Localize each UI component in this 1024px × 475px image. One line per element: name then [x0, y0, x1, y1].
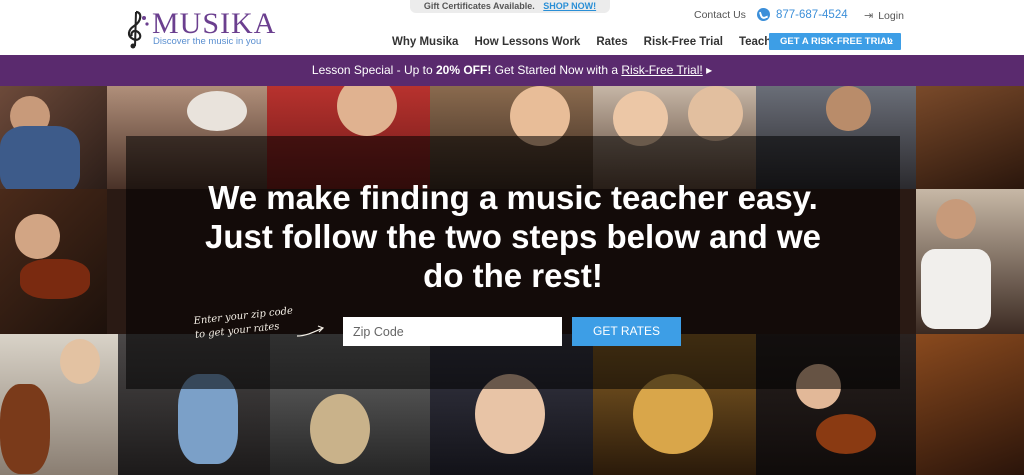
promo-text-mid: Get Started Now with a — [491, 63, 622, 77]
risk-free-trial-button[interactable]: GET A RISK-FREE TRIAL » — [769, 33, 901, 50]
nav-why-musika[interactable]: Why Musika — [392, 36, 458, 48]
contact-us-link[interactable]: Contact Us — [694, 9, 746, 21]
phone-icon — [757, 8, 770, 21]
promo-arrow-icon: ▸ — [706, 63, 713, 77]
headline-line-3: do the rest! — [423, 257, 603, 294]
photo-piano-boy — [916, 189, 1024, 334]
musika-logo[interactable]: MUSIKA Discover the music in you — [122, 8, 282, 50]
promo-bar: Lesson Special - Up to 20% OFF! Get Star… — [0, 55, 1024, 86]
promo-trial-link[interactable]: Risk-Free Trial! — [621, 63, 702, 77]
photo-violin-girl — [0, 189, 107, 334]
headline-line-2: Just follow the two steps below and we — [204, 218, 822, 255]
nav-how-lessons-work[interactable]: How Lessons Work — [474, 36, 580, 48]
login-label: Login — [878, 9, 904, 22]
shop-now-link[interactable]: SHOP NOW! — [543, 1, 596, 11]
hint-arrow-icon — [296, 325, 325, 337]
logo-tagline: Discover the music in you — [153, 36, 262, 47]
promo-discount: 20% OFF! — [435, 63, 492, 77]
get-rates-button[interactable]: GET RATES — [572, 317, 681, 346]
hero-section: We make finding a music teacher easy. Ju… — [0, 86, 1024, 475]
main-nav: Why Musika How Lessons Work Rates Risk-F… — [392, 34, 805, 50]
cta-label: GET A RISK-FREE TRIAL — [780, 36, 893, 47]
nav-rates[interactable]: Rates — [596, 36, 627, 48]
photo-cello-hands — [916, 334, 1024, 475]
gift-certificates-tab: Gift Certificates Available. SHOP NOW! — [410, 0, 610, 13]
promo-text-pre: Lesson Special - Up to — [311, 63, 436, 77]
phone-link[interactable]: 877-687-4524 — [757, 8, 848, 21]
zip-code-input[interactable] — [343, 317, 562, 346]
photo-violin-right — [916, 86, 1024, 189]
treble-clef-icon — [127, 10, 149, 49]
site-header: Gift Certificates Available. SHOP NOW! M… — [0, 0, 1024, 55]
photo-guitar-boy — [0, 86, 107, 189]
photo-cello-woman — [0, 334, 118, 475]
gift-text: Gift Certificates Available. — [423, 1, 535, 11]
hero-headline: We make finding a music teacher easy. Ju… — [126, 178, 900, 295]
login-link[interactable]: ⇥ Login — [864, 9, 904, 23]
headline-line-1: We make finding a music teacher easy. — [208, 179, 818, 216]
chevron-right-icon: » — [886, 35, 893, 47]
phone-number: 877-687-4524 — [776, 8, 848, 21]
login-icon: ⇥ — [864, 10, 874, 22]
nav-risk-free-trial[interactable]: Risk-Free Trial — [644, 36, 723, 48]
